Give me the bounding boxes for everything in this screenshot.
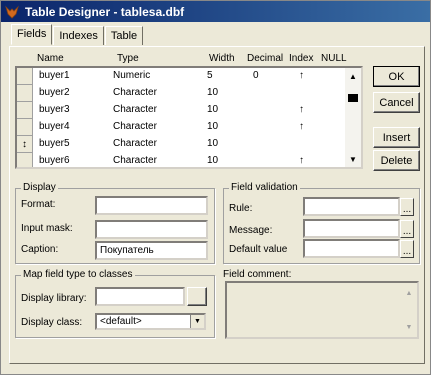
table-row[interactable]: buyer1 Numeric 5 0 ↑: [17, 68, 347, 85]
field-comment-textarea[interactable]: ▲ ▼: [225, 281, 419, 339]
field-width-cell[interactable]: 10: [207, 104, 218, 115]
field-index-cell[interactable]: ↑: [299, 155, 304, 166]
input-mask-label: Input mask:: [21, 223, 73, 234]
table-row[interactable]: ↕ buyer5 Character 10: [17, 136, 347, 153]
display-library-label: Display library:: [21, 293, 87, 304]
scroll-down-arrow-icon[interactable]: ▼: [403, 321, 415, 333]
row-selector[interactable]: [17, 102, 33, 119]
display-class-label: Display class:: [21, 317, 83, 328]
field-width-cell[interactable]: 10: [207, 121, 218, 132]
column-header-type: Type: [117, 53, 139, 64]
tab-indexes[interactable]: Indexes: [53, 26, 104, 45]
rule-label: Rule:: [229, 203, 253, 214]
row-selector[interactable]: [17, 85, 33, 102]
field-type-cell[interactable]: Character: [113, 104, 157, 115]
row-selector[interactable]: [17, 153, 33, 167]
window-title: Table Designer - tablesa.dbf: [25, 4, 185, 19]
field-width-cell[interactable]: 10: [207, 138, 218, 149]
field-type-cell[interactable]: Character: [113, 155, 157, 166]
field-name-cell[interactable]: buyer2: [39, 87, 70, 98]
rule-builder-button[interactable]: ...: [400, 198, 414, 216]
default-value-field[interactable]: [303, 239, 400, 258]
field-width-cell[interactable]: 5: [207, 70, 213, 81]
table-row[interactable]: buyer4 Character 10 ↑: [17, 119, 347, 136]
display-class-value: <default>: [100, 316, 142, 327]
table-row[interactable]: buyer6 Character 10 ↑: [17, 153, 347, 167]
input-mask-field[interactable]: [95, 220, 208, 239]
caption-label: Caption:: [21, 244, 59, 255]
display-legend: Display: [21, 182, 58, 193]
table-row[interactable]: buyer2 Character 10: [17, 85, 347, 102]
ok-button[interactable]: OK: [373, 66, 420, 87]
field-type-cell[interactable]: Character: [113, 138, 157, 149]
caption-field[interactable]: Покупатель: [95, 241, 208, 260]
field-width-cell[interactable]: 10: [207, 155, 218, 166]
grid-scrollbar[interactable]: ▲ ▼: [345, 68, 361, 167]
message-label: Message:: [229, 225, 273, 236]
delete-button[interactable]: Delete: [373, 150, 420, 171]
column-header-null: NULL: [321, 53, 347, 64]
field-type-cell[interactable]: Character: [113, 87, 157, 98]
field-name-cell[interactable]: buyer5: [39, 138, 70, 149]
cancel-button[interactable]: Cancel: [373, 92, 420, 113]
tab-table[interactable]: Table: [104, 26, 144, 45]
field-comment-label: Field comment:: [223, 269, 292, 280]
map-field-type-legend: Map field type to classes: [21, 269, 135, 280]
scroll-thumb[interactable]: [348, 94, 358, 102]
format-field[interactable]: [95, 196, 208, 215]
message-builder-button[interactable]: ...: [400, 220, 414, 238]
scroll-up-arrow-icon[interactable]: ▲: [403, 287, 415, 299]
field-name-cell[interactable]: buyer4: [39, 121, 70, 132]
scroll-down-arrow-icon[interactable]: ▼: [345, 151, 361, 167]
field-index-cell[interactable]: ↑: [299, 104, 304, 115]
rule-field[interactable]: [303, 197, 400, 216]
default-value-builder-button[interactable]: ...: [400, 240, 414, 258]
field-name-cell[interactable]: buyer1: [39, 70, 70, 81]
row-selector[interactable]: [17, 119, 33, 136]
column-header-name: Name: [37, 53, 64, 64]
display-library-browse-button[interactable]: [187, 287, 207, 306]
fox-icon: [4, 4, 20, 20]
fields-grid[interactable]: buyer1 Numeric 5 0 ↑ buyer2 Character 10…: [15, 66, 363, 169]
tab-strip: Fields Indexes Table: [11, 24, 144, 46]
display-library-field[interactable]: [95, 287, 185, 306]
field-name-cell[interactable]: buyer3: [39, 104, 70, 115]
field-type-cell[interactable]: Numeric: [113, 70, 150, 81]
title-bar[interactable]: Table Designer - tablesa.dbf: [1, 1, 430, 22]
scroll-up-arrow-icon[interactable]: ▲: [345, 68, 361, 84]
message-field[interactable]: [303, 219, 400, 238]
row-selector[interactable]: ↕: [17, 136, 33, 153]
default-value-label: Default value: [229, 244, 288, 255]
column-header-decimal: Decimal: [247, 53, 284, 64]
display-class-select[interactable]: <default> ▼: [95, 313, 206, 330]
field-index-cell[interactable]: ↑: [299, 121, 304, 132]
field-validation-legend: Field validation: [229, 182, 300, 193]
table-row[interactable]: buyer3 Character 10 ↑: [17, 102, 347, 119]
format-label: Format:: [21, 199, 56, 210]
field-decimal-cell[interactable]: 0: [253, 70, 259, 81]
field-type-cell[interactable]: Character: [113, 121, 157, 132]
field-width-cell[interactable]: 10: [207, 87, 218, 98]
insert-button[interactable]: Insert: [373, 127, 420, 148]
table-designer-window: Table Designer - tablesa.dbf Fields Inde…: [0, 0, 431, 375]
tab-fields[interactable]: Fields: [11, 24, 53, 45]
field-name-cell[interactable]: buyer6: [39, 155, 70, 166]
row-selector[interactable]: [17, 68, 33, 85]
field-index-cell[interactable]: ↑: [299, 70, 304, 81]
grid-header: Name Type Width Decimal Index NULL: [15, 53, 355, 67]
column-header-index: Index: [289, 53, 314, 64]
chevron-down-icon[interactable]: ▼: [190, 315, 204, 328]
column-header-width: Width: [209, 53, 235, 64]
